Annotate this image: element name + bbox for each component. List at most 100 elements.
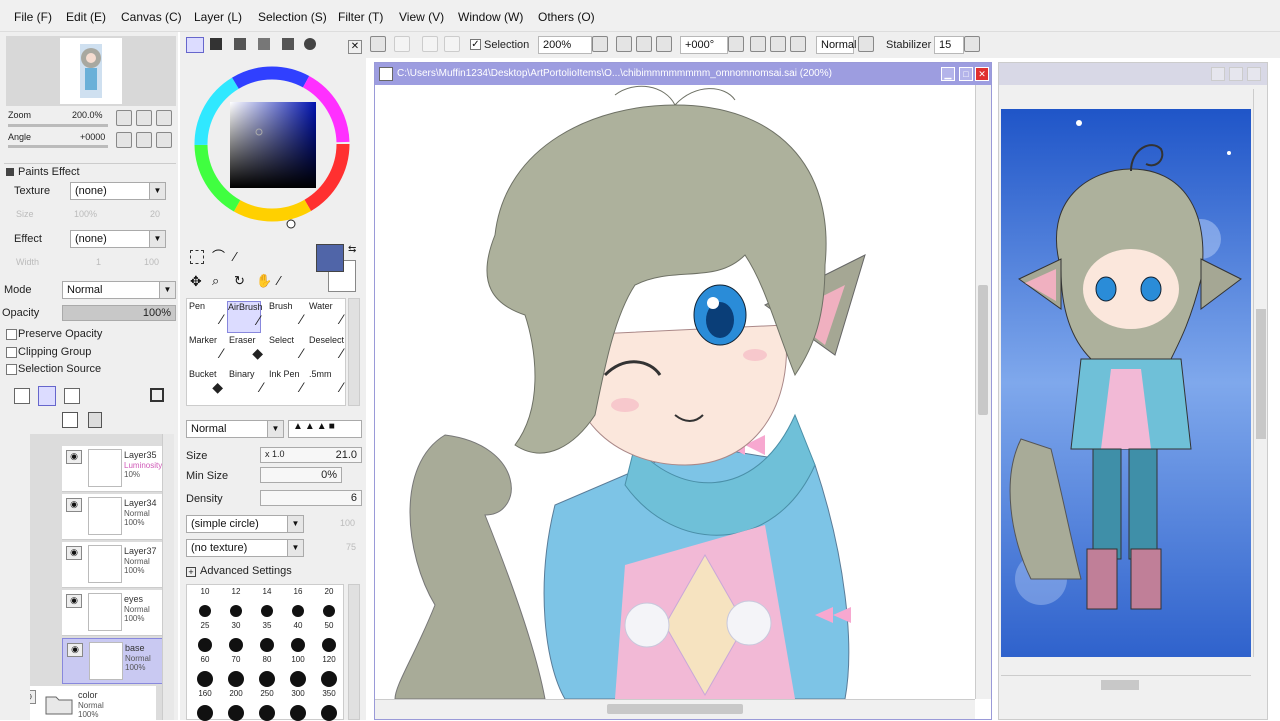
angle-slider[interactable] — [8, 145, 108, 148]
hand-icon[interactable]: ✋ — [256, 274, 272, 288]
advanced-settings-label[interactable]: Advanced Settings — [200, 565, 292, 577]
scrollbar-thumb[interactable] — [607, 704, 743, 714]
layer-row[interactable]: ◉ Layer37 Normal 100% — [62, 542, 162, 588]
eye-icon[interactable]: ◉ — [66, 546, 82, 560]
paints-effect-header[interactable]: Paints Effect — [4, 163, 176, 179]
eye-icon[interactable]: ◉ — [66, 450, 82, 464]
scrollbar-thumb[interactable] — [1256, 309, 1266, 439]
menu-selection[interactable]: Selection (S) — [258, 10, 327, 24]
layer-row[interactable]: ◉ Layer34 Normal 100% — [62, 494, 162, 540]
deselect-button[interactable] — [370, 36, 386, 52]
layer-list-scrollbar[interactable] — [162, 434, 174, 720]
tool-airbrush-selected[interactable]: AirBrush ⁄ — [227, 301, 263, 333]
eyedropper-icon[interactable]: ⁄ — [278, 274, 292, 288]
rgb-slider-tab-icon[interactable] — [210, 38, 222, 50]
expand-icon[interactable]: + — [186, 567, 196, 577]
tool-grid-scrollbar[interactable] — [348, 298, 360, 406]
stabilizer-dropdown-button[interactable] — [964, 36, 980, 52]
scrollbar-thumb[interactable] — [1101, 680, 1139, 690]
tool-deselect[interactable]: Deselect ⁄ — [309, 335, 344, 367]
minimize-icon[interactable] — [1211, 67, 1225, 81]
zoom-slider[interactable] — [8, 124, 108, 127]
redo-button[interactable] — [444, 36, 460, 52]
rotation-dropdown-button[interactable] — [728, 36, 744, 52]
navigator-preview[interactable] — [6, 36, 176, 106]
tool-brush[interactable]: Brush ⁄ — [269, 301, 303, 333]
new-linework-layer-icon[interactable] — [38, 386, 56, 406]
layer-row[interactable]: ◉ eyes Normal 100% — [62, 590, 162, 636]
brush-size-option[interactable]: 14 — [253, 587, 281, 619]
brush-size-option[interactable]: 30 — [222, 621, 250, 653]
layer-folder-row[interactable]: ◉ color Normal 100% — [30, 686, 156, 720]
brush-shape-select[interactable]: (simple circle) ▼ — [186, 515, 304, 533]
brush-size-scrollbar[interactable] — [348, 584, 360, 720]
merge-layer-icon[interactable] — [62, 412, 78, 428]
layer-panel-options-icon[interactable] — [150, 388, 164, 402]
tool-select[interactable]: Select ⁄ — [269, 335, 303, 367]
move-icon[interactable]: ✥ — [190, 274, 204, 288]
eye-icon[interactable]: ◉ — [30, 690, 36, 704]
brush-size-option[interactable]: 60 — [191, 655, 219, 687]
brush-size-option[interactable]: 10 — [191, 587, 219, 619]
scrollbar-thumb[interactable] — [978, 285, 988, 415]
zoom-out-button[interactable] — [116, 110, 132, 126]
close-icon[interactable]: ✕ — [348, 40, 362, 54]
zoom-out-icon[interactable] — [616, 36, 632, 52]
tool-ink-pen[interactable]: Ink Pen ⁄ — [269, 369, 303, 401]
zoom-fit-icon[interactable] — [656, 36, 672, 52]
maximize-icon[interactable] — [1229, 67, 1243, 81]
lasso-icon[interactable]: ⌒ — [212, 250, 226, 264]
menu-canvas[interactable]: Canvas (C) — [121, 10, 182, 24]
zoom-field[interactable]: 200% — [538, 36, 592, 54]
rotate-reset-icon[interactable] — [790, 36, 806, 52]
magic-wand-icon[interactable]: ⁄ — [234, 250, 248, 264]
new-folder-icon[interactable] — [64, 388, 80, 404]
invert-selection-button[interactable] — [394, 36, 410, 52]
primary-color-swatch[interactable] — [316, 244, 344, 272]
clipping-group-checkbox[interactable] — [6, 347, 17, 358]
min-size-slider[interactable]: 0% — [260, 467, 342, 483]
brush-size-option[interactable]: 80 — [253, 655, 281, 687]
zoom-in-button[interactable] — [136, 110, 152, 126]
brush-size-option[interactable]: 120 — [315, 655, 343, 687]
tool-5mm[interactable]: .5mm ⁄ — [309, 369, 343, 401]
brush-size-option[interactable]: 200 — [222, 689, 250, 721]
close-icon[interactable] — [1247, 67, 1261, 81]
menu-others[interactable]: Others (O) — [538, 10, 595, 24]
menu-view[interactable]: View (V) — [399, 10, 444, 24]
maximize-icon[interactable]: □ — [959, 67, 973, 81]
scratchpad-tab-icon[interactable] — [304, 38, 316, 50]
color-mixer-tab-icon[interactable] — [258, 38, 270, 50]
rotate-cw-icon[interactable] — [770, 36, 786, 52]
reference-vertical-scrollbar[interactable] — [1253, 89, 1267, 657]
brush-size-option[interactable]: 160 — [191, 689, 219, 721]
undo-button[interactable] — [422, 36, 438, 52]
drawing-canvas[interactable] — [375, 85, 975, 699]
brush-shape-buttons[interactable]: ▲▲▲■ — [288, 420, 362, 438]
blend-mode-select[interactable]: Normal ▼ — [186, 420, 284, 438]
stabilizer-field[interactable]: 15 — [934, 36, 964, 54]
rotate-ccw-icon[interactable] — [750, 36, 766, 52]
zoom-icon[interactable]: ⌕ — [212, 274, 226, 288]
new-layer-icon[interactable] — [14, 388, 30, 404]
texture-select[interactable]: (none) ▼ — [70, 182, 166, 200]
rect-select-icon[interactable] — [190, 250, 204, 264]
tool-water[interactable]: Water ⁄ — [309, 301, 343, 333]
rotate-left-button[interactable] — [116, 132, 132, 148]
menu-layer[interactable]: Layer (L) — [194, 10, 242, 24]
tool-pen[interactable]: Pen ⁄ — [189, 301, 223, 333]
trash-icon[interactable] — [88, 412, 102, 428]
view-mode-field[interactable]: Normal — [816, 36, 856, 54]
close-icon[interactable]: ✕ — [975, 67, 989, 81]
reference-canvas[interactable] — [1001, 109, 1251, 657]
rotation-field[interactable]: +000° — [680, 36, 728, 54]
effect-select[interactable]: (none) ▼ — [70, 230, 166, 248]
brush-size-option[interactable]: 70 — [222, 655, 250, 687]
canvas-horizontal-scrollbar[interactable] — [375, 699, 975, 719]
brush-size-option[interactable]: 25 — [191, 621, 219, 653]
swatches-tab-icon[interactable] — [282, 38, 294, 50]
opacity-slider[interactable]: 100% — [62, 305, 176, 321]
hsv-slider-tab-icon[interactable] — [234, 38, 246, 50]
eye-icon[interactable]: ◉ — [66, 498, 82, 512]
layer-row[interactable]: ◉ Layer35 Luminosity 10% — [62, 446, 162, 492]
